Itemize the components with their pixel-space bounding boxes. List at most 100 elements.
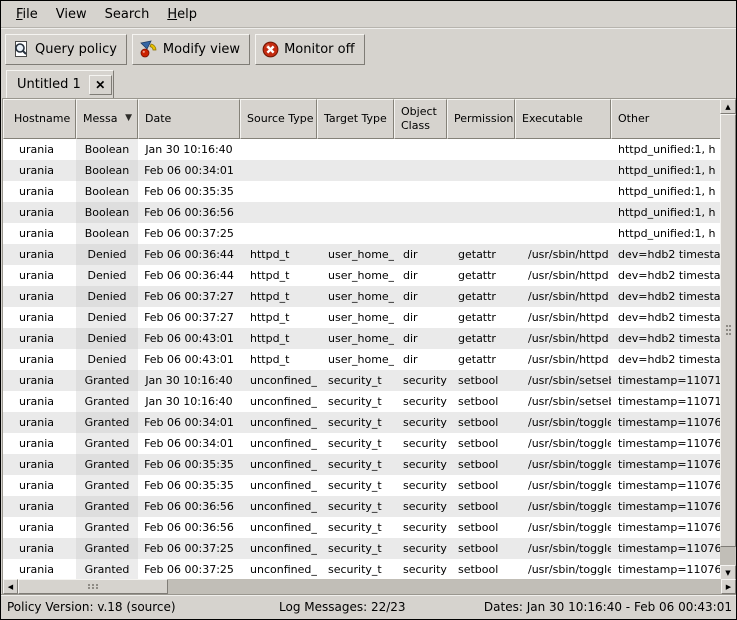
table-row[interactable]: uraniaGrantedJan 30 10:16:40unconfined_s… [3, 370, 722, 391]
table-row[interactable]: uraniaDeniedFeb 06 00:36:44httpd_tuser_h… [3, 265, 722, 286]
horizontal-scrollbar[interactable]: ◀ ▶ [3, 579, 736, 594]
cell-permission: getattr [447, 349, 515, 370]
cell-hostname: urania [3, 160, 76, 181]
cell-date: Feb 06 00:36:56 [138, 517, 240, 538]
cell-other: dev=hdb2 timesta [611, 328, 722, 349]
cell-message: Granted [76, 391, 138, 412]
column-header-other[interactable]: Other [611, 99, 722, 139]
cell-permission [447, 160, 515, 181]
cell-object: dir [394, 307, 447, 328]
scroll-right-button[interactable]: ▶ [721, 579, 736, 594]
table-row[interactable]: uraniaBooleanFeb 06 00:37:25httpd_unifie… [3, 223, 722, 244]
cell-source: httpd_t [240, 349, 317, 370]
tab-untitled-1[interactable]: Untitled 1 ✕ [6, 70, 114, 98]
table-row[interactable]: uraniaGrantedJan 30 10:16:40unconfined_s… [3, 391, 722, 412]
table-row[interactable]: uraniaDeniedFeb 06 00:36:44httpd_tuser_h… [3, 244, 722, 265]
menu-view[interactable]: View [47, 3, 96, 26]
table-row[interactable]: uraniaGrantedFeb 06 00:37:25unconfined_s… [3, 559, 722, 580]
cell-object: security [394, 454, 447, 475]
column-header-target[interactable]: Target Type [317, 99, 394, 139]
thumb-grip [726, 325, 731, 336]
table-row[interactable]: uraniaGrantedFeb 06 00:37:25unconfined_s… [3, 538, 722, 559]
cell-hostname: urania [3, 286, 76, 307]
cell-message: Boolean [76, 202, 138, 223]
table-row[interactable]: uraniaDeniedFeb 06 00:37:27httpd_tuser_h… [3, 307, 722, 328]
cell-hostname: urania [3, 412, 76, 433]
column-header-hostname[interactable]: Hostname [3, 99, 76, 139]
column-header-permission[interactable]: Permission [447, 99, 515, 139]
tab-close-button[interactable]: ✕ [89, 75, 112, 95]
table-row[interactable]: uraniaGrantedFeb 06 00:36:56unconfined_s… [3, 517, 722, 538]
table-row[interactable]: uraniaGrantedFeb 06 00:34:01unconfined_s… [3, 433, 722, 454]
column-header-object[interactable]: Object Class [394, 99, 447, 139]
column-header-label: Permission [454, 112, 513, 126]
table-row[interactable]: uraniaDeniedFeb 06 00:37:27httpd_tuser_h… [3, 286, 722, 307]
cell-date: Feb 06 00:37:25 [138, 538, 240, 559]
cell-source: unconfined_ [240, 391, 317, 412]
cell-message: Boolean [76, 181, 138, 202]
cell-message: Denied [76, 349, 138, 370]
cell-other: timestamp=11076 [611, 433, 722, 454]
cell-other: timestamp=11076 [611, 496, 722, 517]
table-row[interactable]: uraniaBooleanFeb 06 00:34:01httpd_unifie… [3, 160, 722, 181]
cell-hostname: urania [3, 223, 76, 244]
cell-date: Feb 06 00:36:56 [138, 202, 240, 223]
cell-date: Jan 30 10:16:40 [138, 391, 240, 412]
table-row[interactable]: uraniaDeniedFeb 06 00:43:01httpd_tuser_h… [3, 349, 722, 370]
horizontal-scrollbar-thumb[interactable] [18, 579, 168, 594]
cell-object: dir [394, 286, 447, 307]
table-row[interactable]: uraniaBooleanJan 30 10:16:40httpd_unifie… [3, 139, 722, 160]
monitor-off-button[interactable]: Monitor off [255, 34, 364, 65]
cell-permission: setbool [447, 538, 515, 559]
menu-help[interactable]: Help [158, 3, 206, 26]
cell-executable: /usr/sbin/toggle [515, 496, 611, 517]
vertical-scrollbar[interactable]: ▲ ▼ [720, 99, 736, 580]
cell-source: httpd_t [240, 307, 317, 328]
column-header-source[interactable]: Source Type [240, 99, 317, 139]
table-row[interactable]: uraniaGrantedFeb 06 00:34:01unconfined_s… [3, 412, 722, 433]
cell-hostname: urania [3, 139, 76, 160]
cell-date: Feb 06 00:34:01 [138, 412, 240, 433]
table-row[interactable]: uraniaBooleanFeb 06 00:35:35httpd_unifie… [3, 181, 722, 202]
menu-file[interactable]: File [7, 3, 47, 26]
cell-hostname: urania [3, 517, 76, 538]
cell-object: dir [394, 265, 447, 286]
table-row[interactable]: uraniaDeniedFeb 06 00:43:01httpd_tuser_h… [3, 328, 722, 349]
column-header-message[interactable]: Messa▼ [76, 99, 138, 139]
cell-source: unconfined_ [240, 370, 317, 391]
cell-executable: /usr/sbin/httpd [515, 307, 611, 328]
cell-hostname: urania [3, 454, 76, 475]
scroll-left-button[interactable]: ◀ [3, 579, 18, 594]
cell-other: timestamp=11076 [611, 454, 722, 475]
cell-source: unconfined_ [240, 496, 317, 517]
column-header-executable[interactable]: Executable [515, 99, 611, 139]
scroll-up-button[interactable]: ▲ [720, 99, 736, 114]
scroll-up-icon: ▲ [725, 103, 730, 111]
cell-date: Feb 06 00:35:35 [138, 454, 240, 475]
scroll-right-icon: ▶ [726, 583, 731, 591]
cell-message: Granted [76, 412, 138, 433]
vertical-scrollbar-thumb[interactable] [720, 114, 736, 547]
column-header-label: Object Class [401, 105, 444, 133]
cell-hostname: urania [3, 433, 76, 454]
cell-target: security_t [317, 433, 394, 454]
query-policy-button[interactable]: Query policy [5, 34, 127, 65]
cell-target [317, 160, 394, 181]
cell-other: httpd_unified:1, h [611, 139, 722, 160]
cell-hostname: urania [3, 244, 76, 265]
cell-message: Boolean [76, 139, 138, 160]
table-row[interactable]: uraniaGrantedFeb 06 00:36:56unconfined_s… [3, 496, 722, 517]
column-header-date[interactable]: Date [138, 99, 240, 139]
cell-other: dev=hdb2 timesta [611, 265, 722, 286]
table-row[interactable]: uraniaGrantedFeb 06 00:35:35unconfined_s… [3, 454, 722, 475]
cell-object: security [394, 391, 447, 412]
scroll-down-button[interactable]: ▼ [720, 565, 736, 580]
cell-object: security [394, 412, 447, 433]
menu-search[interactable]: Search [96, 3, 159, 26]
table-row[interactable]: uraniaGrantedFeb 06 00:35:35unconfined_s… [3, 475, 722, 496]
modify-view-button[interactable]: Modify view [132, 34, 250, 65]
table-row[interactable]: uraniaBooleanFeb 06 00:36:56httpd_unifie… [3, 202, 722, 223]
column-header-label: Target Type [324, 112, 387, 126]
cell-other: dev=hdb2 timesta [611, 244, 722, 265]
cell-date: Feb 06 00:37:27 [138, 286, 240, 307]
